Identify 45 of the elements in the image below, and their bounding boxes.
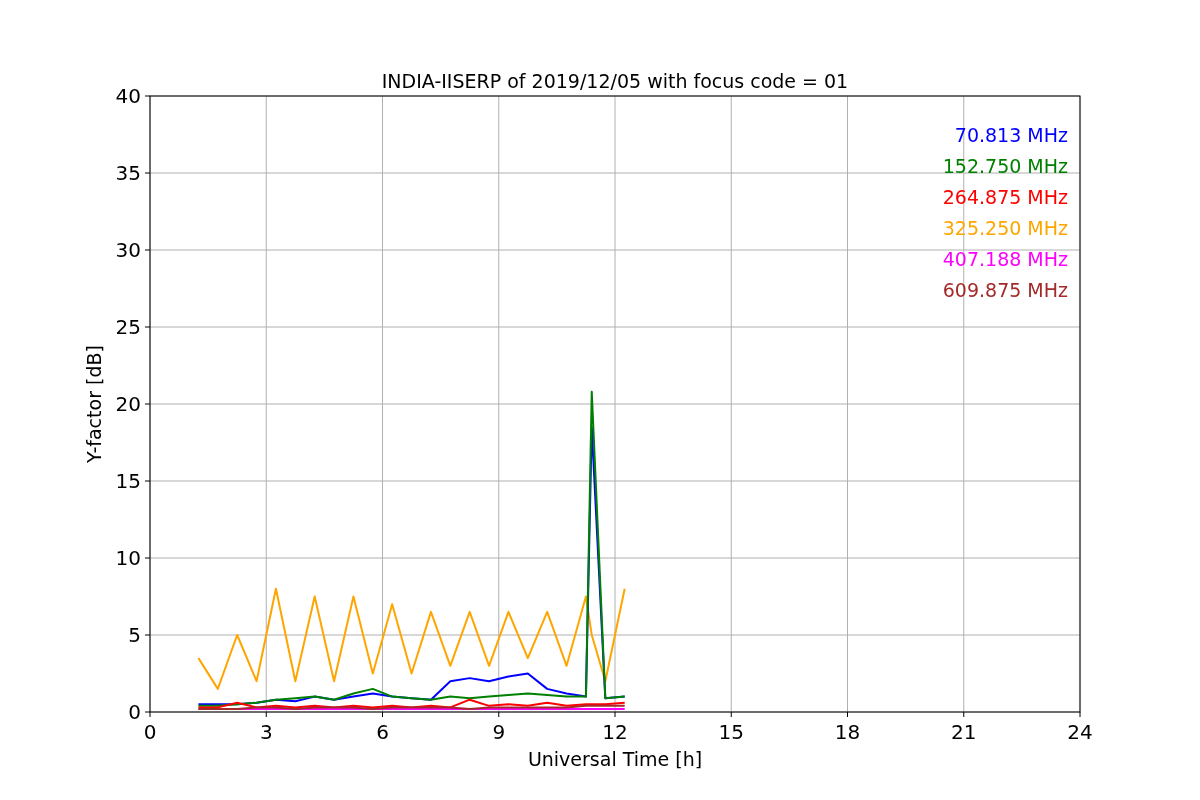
x-tick bbox=[730, 711, 732, 718]
tick-label: 24 bbox=[1067, 720, 1093, 744]
tick-label: 15 bbox=[115, 469, 141, 493]
legend-label: 152.750 MHz bbox=[942, 155, 1068, 177]
tick-label: 0 bbox=[128, 700, 141, 724]
x-tick bbox=[498, 711, 500, 718]
tick-label: 21 bbox=[951, 720, 977, 744]
legend-label: 325.250 MHz bbox=[942, 217, 1068, 239]
legend-label: 264.875 MHz bbox=[942, 186, 1068, 208]
x-tick bbox=[963, 711, 965, 718]
y-tick bbox=[144, 711, 151, 713]
y-axis-label: Y-factor [dB] bbox=[83, 345, 105, 463]
tick-label: 3 bbox=[259, 720, 273, 744]
y-tick bbox=[144, 480, 151, 482]
x-tick bbox=[149, 711, 151, 718]
x-tick bbox=[1079, 711, 1081, 718]
tick-label: 25 bbox=[115, 315, 141, 339]
tick-label: 30 bbox=[115, 238, 141, 262]
tick-label: 0 bbox=[143, 720, 157, 744]
x-tick bbox=[614, 711, 616, 718]
tick-label: 5 bbox=[128, 623, 141, 647]
y-tick bbox=[144, 249, 151, 251]
tick-label: 9 bbox=[492, 720, 506, 744]
legend-label: 609.875 MHz bbox=[942, 279, 1068, 301]
y-tick bbox=[144, 557, 151, 559]
tick-label: 15 bbox=[718, 720, 744, 744]
tick-label: 12 bbox=[602, 720, 628, 744]
y-tick bbox=[144, 95, 151, 97]
legend-label: 70.813 MHz bbox=[954, 124, 1068, 146]
tick-label: 35 bbox=[115, 161, 141, 185]
x-axis-label: Universal Time [h] bbox=[527, 748, 703, 770]
tick-label: 10 bbox=[115, 546, 141, 570]
chart-title: INDIA-IISERP of 2019/12/05 with focus code = 01 bbox=[381, 70, 849, 92]
y-tick bbox=[144, 326, 151, 328]
x-tick bbox=[382, 711, 383, 718]
y-tick bbox=[144, 634, 151, 636]
tick-label: 18 bbox=[834, 720, 861, 744]
legend-label: 407.188 MHz bbox=[942, 248, 1068, 270]
tick-label: 40 bbox=[115, 84, 141, 108]
y-tick bbox=[144, 172, 151, 174]
tick-label: 20 bbox=[115, 392, 141, 416]
x-tick bbox=[265, 711, 267, 718]
tick-label: 6 bbox=[376, 720, 389, 744]
y-tick bbox=[144, 403, 151, 405]
x-tick bbox=[847, 711, 848, 718]
